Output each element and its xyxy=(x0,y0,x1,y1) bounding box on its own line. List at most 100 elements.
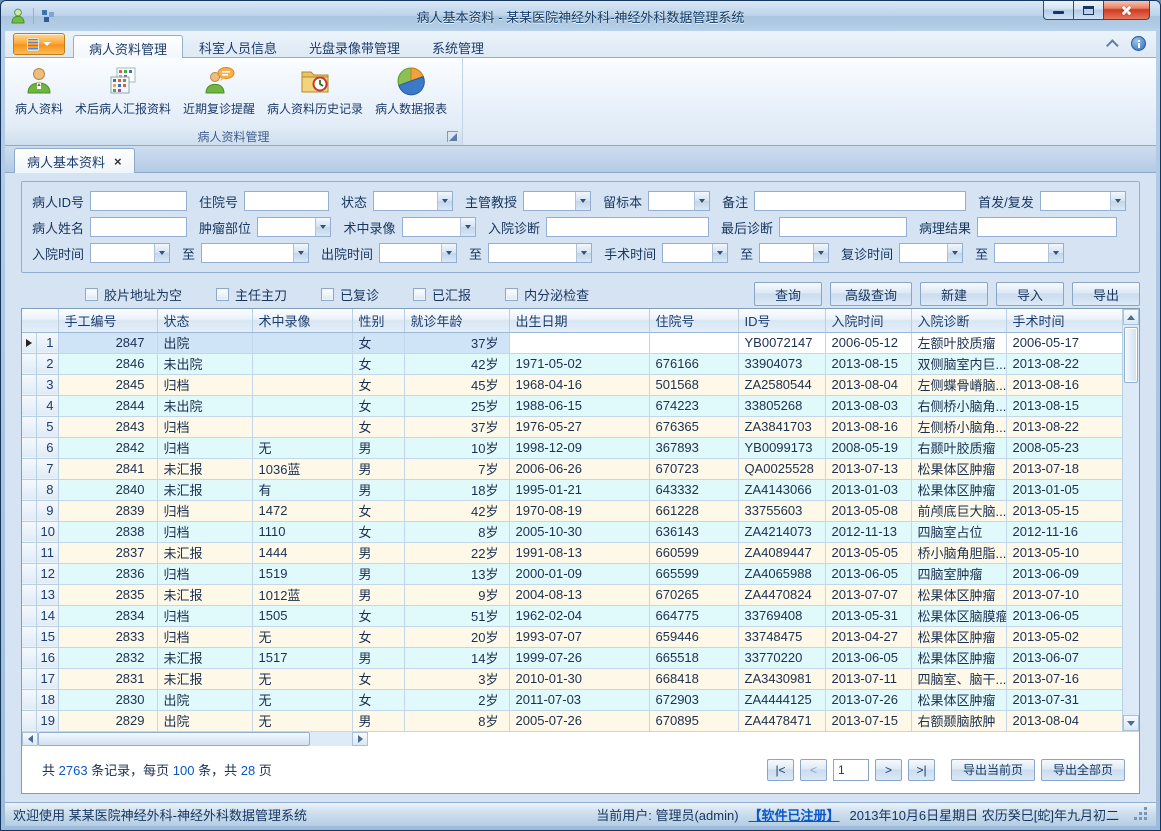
cell-id-no[interactable]: 33805268 xyxy=(738,395,825,416)
cell-surgery-date[interactable]: 2012-11-16 xyxy=(1006,521,1124,542)
cell-surgery-date[interactable]: 2013-05-15 xyxy=(1006,500,1124,521)
cell-status[interactable]: 归档 xyxy=(157,563,252,584)
pathology-input[interactable] xyxy=(977,217,1117,237)
cell-id-no[interactable]: QA0025528 xyxy=(738,458,825,479)
cell-gender[interactable]: 女 xyxy=(352,353,404,374)
collapse-ribbon-icon[interactable] xyxy=(1106,39,1119,52)
cell-status[interactable]: 出院 xyxy=(157,332,252,353)
cell-surgery-date[interactable]: 2013-07-10 xyxy=(1006,584,1124,605)
cell-diagnosis[interactable]: 松果体区肿瘤 xyxy=(911,458,1006,479)
cell-admission-no[interactable]: 661228 xyxy=(649,500,738,521)
cell-status[interactable]: 归档 xyxy=(157,500,252,521)
chevron-down-icon[interactable] xyxy=(1048,244,1063,262)
header-diagnosis[interactable]: 入院诊断 xyxy=(911,309,1006,332)
cell-manual-no[interactable]: 2836 xyxy=(58,563,157,584)
cell-video[interactable] xyxy=(252,332,352,353)
cell-id-no[interactable]: YB0072147 xyxy=(738,332,825,353)
followup-time-from-select[interactable] xyxy=(899,243,963,263)
final-diag-input[interactable] xyxy=(779,217,907,237)
cell-video[interactable] xyxy=(252,353,352,374)
cell-manual-no[interactable]: 2845 xyxy=(58,374,157,395)
cell-manual-no[interactable]: 2843 xyxy=(58,416,157,437)
professor-select[interactable] xyxy=(523,191,591,211)
import-button[interactable]: 导入 xyxy=(996,282,1064,306)
cell-age[interactable]: 14岁 xyxy=(404,647,509,668)
cell-birth-date[interactable]: 1995-01-21 xyxy=(509,479,649,500)
cell-status[interactable]: 归档 xyxy=(157,374,252,395)
cell-video[interactable]: 1519 xyxy=(252,563,352,584)
cell-gender[interactable]: 男 xyxy=(352,710,404,731)
cell-admission-date[interactable]: 2013-07-11 xyxy=(825,668,911,689)
cell-birth-date[interactable]: 2000-01-09 xyxy=(509,563,649,584)
cell-diagnosis[interactable]: 桥小脑角胆脂... xyxy=(911,542,1006,563)
table-row[interactable]: 22846未出院女42岁1971-05-02676166339040732013… xyxy=(22,353,1124,374)
table-row[interactable]: 172831未汇报无女3岁2010-01-30668418ZA343098120… xyxy=(22,668,1124,689)
cell-gender[interactable]: 男 xyxy=(352,458,404,479)
cell-status[interactable]: 未汇报 xyxy=(157,647,252,668)
status-select[interactable] xyxy=(373,191,453,211)
cell-admission-no[interactable]: 660599 xyxy=(649,542,738,563)
new-button[interactable]: 新建 xyxy=(920,282,988,306)
help-info-icon[interactable] xyxy=(1131,36,1146,51)
cell-video[interactable]: 1036蓝 xyxy=(252,458,352,479)
advanced-query-button[interactable]: 高级查询 xyxy=(830,282,912,306)
cell-surgery-date[interactable]: 2008-05-23 xyxy=(1006,437,1124,458)
cell-birth-date[interactable]: 2006-06-26 xyxy=(509,458,649,479)
cell-status[interactable]: 未汇报 xyxy=(157,542,252,563)
patient-id-input[interactable] xyxy=(90,191,187,211)
cell-age[interactable]: 51岁 xyxy=(404,605,509,626)
cell-admission-date[interactable]: 2013-07-15 xyxy=(825,710,911,731)
chevron-down-icon[interactable] xyxy=(813,244,828,262)
page-number-input[interactable] xyxy=(833,759,869,781)
table-row[interactable]: 92839归档1472女42岁1970-08-19661228337556032… xyxy=(22,500,1124,521)
ribbon-tab-disc-management[interactable]: 光盘录像带管理 xyxy=(293,34,416,57)
cell-admission-date[interactable]: 2013-07-26 xyxy=(825,689,911,710)
cell-diagnosis[interactable]: 左侧桥小脑角... xyxy=(911,416,1006,437)
cell-manual-no[interactable]: 2834 xyxy=(58,605,157,626)
dialog-launcher-icon[interactable] xyxy=(447,131,458,142)
table-row[interactable]: 142834归档1505女51岁1962-02-0466477533769408… xyxy=(22,605,1124,626)
cell-status[interactable]: 未汇报 xyxy=(157,584,252,605)
checkbox-film-address-empty[interactable]: 胶片地址为空 xyxy=(85,285,182,304)
next-page-button[interactable]: > xyxy=(875,759,902,781)
cell-id-no[interactable]: ZA4214073 xyxy=(738,521,825,542)
cell-id-no[interactable]: ZA4444125 xyxy=(738,689,825,710)
cell-diagnosis[interactable]: 松果体区肿瘤 xyxy=(911,647,1006,668)
cell-birth-date[interactable] xyxy=(509,332,649,353)
cell-admission-date[interactable]: 2006-05-12 xyxy=(825,332,911,353)
scroll-right-button[interactable] xyxy=(352,732,368,746)
cell-status[interactable]: 出院 xyxy=(157,710,252,731)
cell-surgery-date[interactable]: 2013-08-16 xyxy=(1006,374,1124,395)
cell-age[interactable]: 8岁 xyxy=(404,521,509,542)
cell-video[interactable]: 无 xyxy=(252,626,352,647)
cell-age[interactable]: 8岁 xyxy=(404,710,509,731)
cell-video[interactable]: 无 xyxy=(252,437,352,458)
cell-surgery-date[interactable]: 2006-05-17 xyxy=(1006,332,1124,353)
cell-surgery-date[interactable]: 2013-07-31 xyxy=(1006,689,1124,710)
cell-admission-no[interactable]: 668418 xyxy=(649,668,738,689)
cell-gender[interactable]: 女 xyxy=(352,521,404,542)
horizontal-scrollbar[interactable] xyxy=(22,731,1139,746)
cell-status[interactable]: 未出院 xyxy=(157,395,252,416)
cell-birth-date[interactable]: 2005-10-30 xyxy=(509,521,649,542)
cell-manual-no[interactable]: 2831 xyxy=(58,668,157,689)
cell-surgery-date[interactable]: 2013-05-10 xyxy=(1006,542,1124,563)
cell-status[interactable]: 归档 xyxy=(157,521,252,542)
cell-manual-no[interactable]: 2840 xyxy=(58,479,157,500)
cell-id-no[interactable]: ZA4089447 xyxy=(738,542,825,563)
registered-link[interactable]: 【软件已注册】 xyxy=(749,805,840,824)
patient-name-input[interactable] xyxy=(90,217,187,237)
table-row[interactable]: 112837未汇报1444男22岁1991-08-13660599ZA40894… xyxy=(22,542,1124,563)
header-id-no[interactable]: ID号 xyxy=(738,309,825,332)
cell-surgery-date[interactable]: 2013-08-22 xyxy=(1006,416,1124,437)
cell-age[interactable]: 18岁 xyxy=(404,479,509,500)
cell-admission-no[interactable]: 664775 xyxy=(649,605,738,626)
cell-admission-date[interactable]: 2013-08-04 xyxy=(825,374,911,395)
table-row[interactable]: 122836归档1519男13岁2000-01-09665599ZA406598… xyxy=(22,563,1124,584)
chevron-down-icon[interactable] xyxy=(694,192,709,210)
cell-age[interactable]: 2岁 xyxy=(404,689,509,710)
cell-id-no[interactable]: ZA2580544 xyxy=(738,374,825,395)
cell-admission-no[interactable]: 670265 xyxy=(649,584,738,605)
cell-admission-no[interactable]: 659446 xyxy=(649,626,738,647)
cell-manual-no[interactable]: 2839 xyxy=(58,500,157,521)
